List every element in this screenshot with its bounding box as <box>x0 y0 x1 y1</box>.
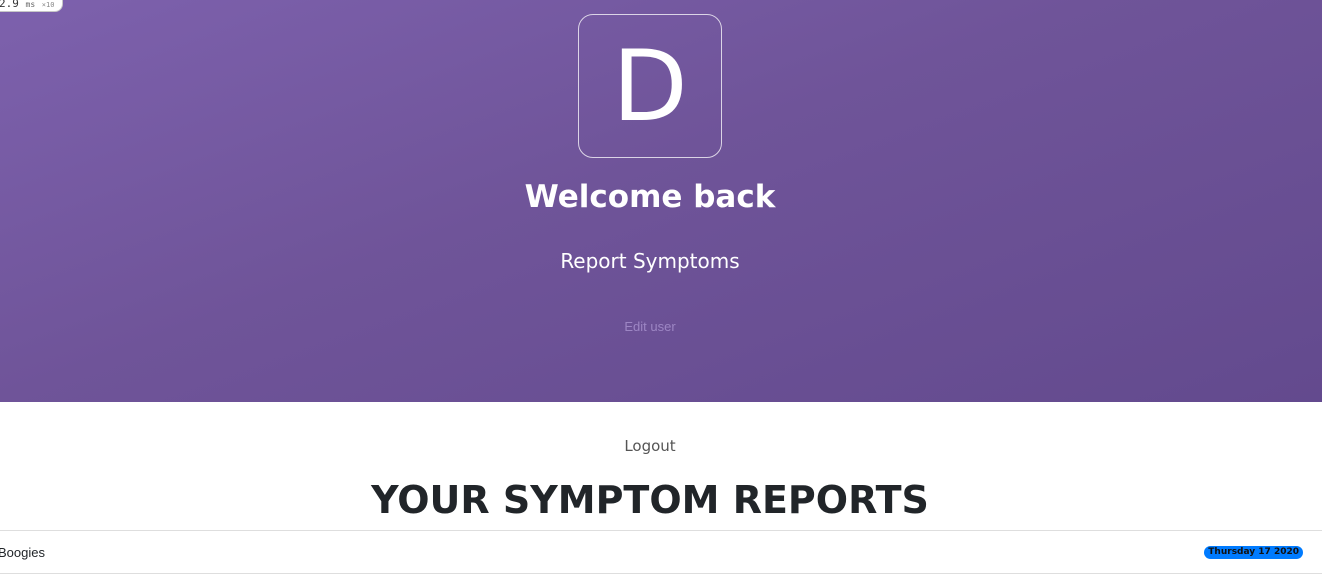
logout-link[interactable]: Logout <box>600 436 700 456</box>
perf-value: 2.9 <box>0 0 19 10</box>
welcome-title: Welcome back <box>524 179 776 215</box>
edit-user-link[interactable]: Edit user <box>600 318 700 336</box>
performance-badge: 2.9 ms ×10 <box>0 0 64 12</box>
perf-unit: ms <box>25 0 36 9</box>
avatar-letter: D <box>612 30 688 144</box>
report-list: Boogies Thursday 17 2020 <box>0 530 1322 574</box>
report-symptoms-button[interactable]: Report Symptoms <box>550 246 750 276</box>
reports-heading: YOUR SYMPTOM REPORTS <box>371 478 929 522</box>
perf-multiplier: ×10 <box>41 1 55 9</box>
hero-banner: D Welcome back Report Symptoms Edit user <box>0 0 1322 402</box>
report-name: Boogies <box>0 545 45 560</box>
user-avatar-logo: D <box>578 14 722 158</box>
report-date-badge: Thursday 17 2020 <box>1204 546 1303 559</box>
report-list-item[interactable]: Boogies Thursday 17 2020 <box>0 530 1322 574</box>
